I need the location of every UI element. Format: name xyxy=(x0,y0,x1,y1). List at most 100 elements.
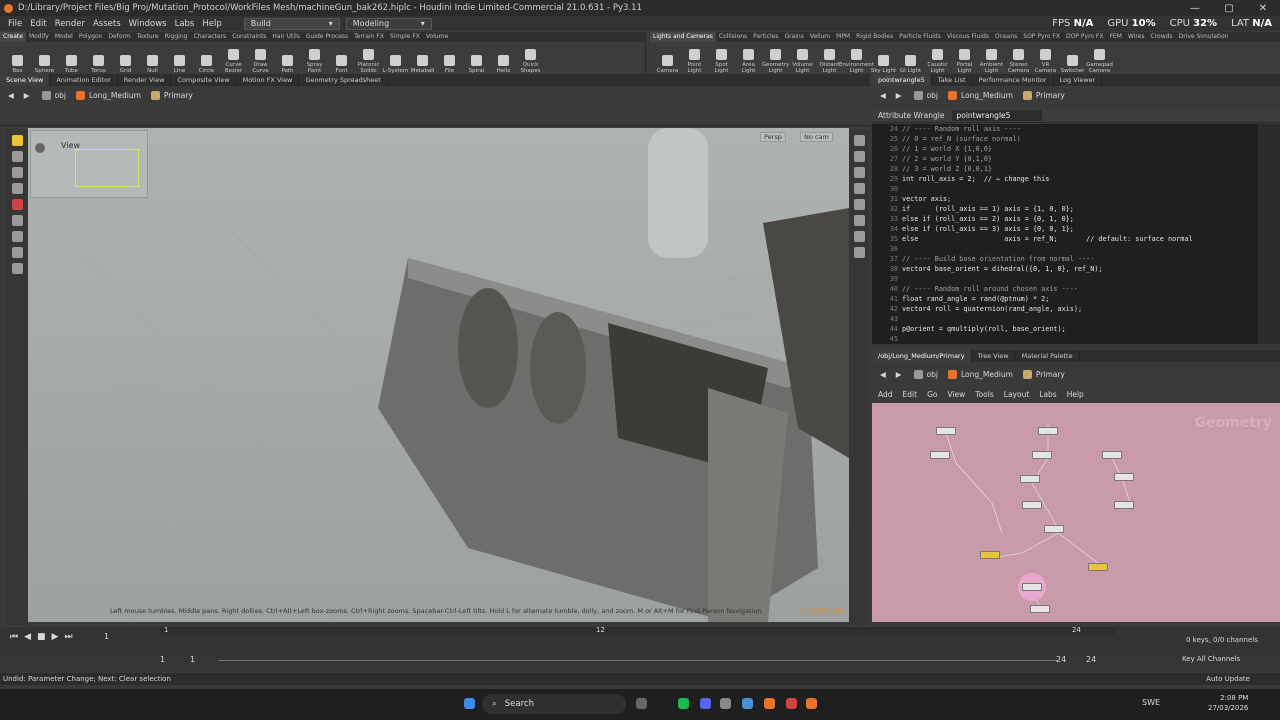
node[interactable] xyxy=(930,451,950,459)
frame-ruler[interactable]: 1 12 24 xyxy=(160,626,1115,635)
display-option-icon[interactable] xyxy=(853,135,865,146)
vex-code-editor[interactable]: 24 // ---- Random roll axis ---- 25 // 0 = … xyxy=(872,124,1258,344)
forward-arrow-icon[interactable]: ▶ xyxy=(896,91,902,100)
shelf-tool[interactable]: Null xyxy=(139,55,166,74)
node[interactable] xyxy=(1022,501,1042,509)
persp-menu[interactable]: Persp xyxy=(760,132,786,142)
node[interactable] xyxy=(936,427,956,435)
shelf-tool[interactable]: Sphere xyxy=(31,55,58,74)
brush-tool-icon[interactable] xyxy=(11,231,23,242)
shelf-tab[interactable]: SOP Pyro FX xyxy=(1020,32,1063,42)
tab-take-list[interactable]: Take List xyxy=(932,74,973,86)
network-menu-go[interactable]: Go xyxy=(927,390,937,399)
shading-icon[interactable] xyxy=(853,167,865,178)
tab-pointwrangle5[interactable]: pointwrangle5 xyxy=(872,74,932,86)
node[interactable] xyxy=(1038,427,1058,435)
tab-geometry-spreadsheet[interactable]: Geometry Spreadsheet xyxy=(299,74,388,86)
network-menu-edit[interactable]: Edit xyxy=(903,390,918,399)
shelf-tool[interactable]: Ambient Light xyxy=(978,49,1005,74)
shelf-tool[interactable]: Curve Bezier xyxy=(220,49,247,74)
shelf-tab[interactable]: Characters xyxy=(190,32,229,42)
path-object[interactable]: Long_Medium xyxy=(948,369,1013,379)
step-back-icon[interactable]: ◀ xyxy=(24,632,31,642)
select-tool-icon[interactable] xyxy=(11,135,23,146)
shelf-tab[interactable]: Grains xyxy=(781,32,806,42)
normals-icon[interactable] xyxy=(853,215,865,226)
jump-start-icon[interactable]: ⏮ xyxy=(10,632,18,642)
network-menu-labs[interactable]: Labs xyxy=(1039,390,1056,399)
shelf-tool[interactable]: Spray Paint xyxy=(301,49,328,74)
shelf-tab[interactable]: DOP Pyro FX xyxy=(1063,32,1107,42)
back-arrow-icon[interactable]: ◀ xyxy=(8,91,14,100)
tab-network-path[interactable]: /obj/Long_Medium/Primary xyxy=(872,350,972,362)
path-obj[interactable]: obj xyxy=(913,369,938,379)
shelf-tab[interactable]: Drive Simulation xyxy=(1176,32,1232,42)
node[interactable] xyxy=(1020,475,1040,483)
current-frame-field[interactable]: 1 xyxy=(104,632,109,641)
shelf-tool[interactable]: L-System xyxy=(382,55,409,74)
forward-arrow-icon[interactable]: ▶ xyxy=(24,91,30,100)
menu-file[interactable]: File xyxy=(4,19,26,29)
start-icon[interactable] xyxy=(464,698,475,709)
path-context[interactable]: Primary xyxy=(1022,90,1065,100)
shelf-tab[interactable]: Deform xyxy=(105,32,133,42)
range-slider[interactable] xyxy=(218,660,1058,661)
workspace-selector[interactable]: Modeling ▾ xyxy=(345,17,432,30)
view-gizmo[interactable]: View xyxy=(30,130,148,198)
taskbar-search[interactable]: ⌕ Search xyxy=(482,694,626,714)
shelf-tool[interactable]: Sky Light xyxy=(870,55,897,74)
shelf-tool[interactable]: Font xyxy=(328,55,355,74)
tab-material-palette[interactable]: Material Palette xyxy=(1016,350,1080,362)
jump-end-icon[interactable]: ⏭ xyxy=(64,632,72,642)
language-indicator[interactable]: SWE xyxy=(1142,698,1160,707)
menu-assets[interactable]: Assets xyxy=(89,19,125,29)
tab-composite-view[interactable]: Composite View xyxy=(171,74,237,86)
menu-windows[interactable]: Windows xyxy=(125,19,171,29)
shelf-tool[interactable]: Torus xyxy=(85,55,112,74)
shelf-tool[interactable]: Quick Shapes xyxy=(517,49,544,74)
render-icon[interactable] xyxy=(853,247,865,258)
menu-help[interactable]: Help xyxy=(198,19,225,29)
view-tool-icon[interactable] xyxy=(11,247,23,258)
menu-edit[interactable]: Edit xyxy=(26,19,50,29)
shelf-tab[interactable]: Oceans xyxy=(992,32,1020,42)
back-arrow-icon[interactable]: ◀ xyxy=(880,370,886,379)
shelf-tool[interactable]: Volume Light xyxy=(789,49,816,74)
tab-scene-view[interactable]: Scene View xyxy=(0,74,51,86)
shelf-tool[interactable]: GI Light xyxy=(897,55,924,74)
shelf-tab[interactable]: Modify xyxy=(26,32,52,42)
shelf-tool[interactable]: VR Camera xyxy=(1032,49,1059,74)
code-scrollbar[interactable] xyxy=(1258,124,1280,344)
path-object[interactable]: Long_Medium xyxy=(76,90,141,100)
shelf-tool[interactable]: Line xyxy=(166,55,193,74)
back-arrow-icon[interactable]: ◀ xyxy=(880,91,886,100)
node[interactable] xyxy=(1044,525,1064,533)
node[interactable] xyxy=(1114,501,1134,509)
shelf-tool[interactable]: Gamepad Camera xyxy=(1086,49,1113,74)
camera-menu[interactable]: No cam xyxy=(800,132,833,142)
shelf-tab[interactable]: Volume xyxy=(423,32,451,42)
shelf-tab[interactable]: Viscous Fluids xyxy=(944,32,992,42)
menu-render[interactable]: Render xyxy=(51,19,89,29)
node[interactable] xyxy=(1022,583,1042,591)
start-frame-field[interactable]: 1 xyxy=(160,655,165,664)
shelf-tool[interactable]: Geometry Light xyxy=(762,49,789,74)
shelf-tab[interactable]: Hair Utils xyxy=(269,32,302,42)
shelf-tab[interactable]: Particles xyxy=(750,32,781,42)
rotate-tool-icon[interactable] xyxy=(11,167,23,178)
points-icon[interactable] xyxy=(853,199,865,210)
network-menu-layout[interactable]: Layout xyxy=(1004,390,1030,399)
network-editor[interactable]: Geometry xyxy=(872,403,1280,622)
shelf-tool[interactable]: Camera xyxy=(654,55,681,74)
shelf-tool[interactable]: Caustic Light xyxy=(924,49,951,74)
shelf-tool[interactable]: Platonic Solids xyxy=(355,49,382,74)
shelf-tab[interactable]: Rigging xyxy=(162,32,191,42)
discord-icon[interactable] xyxy=(700,698,711,709)
network-menu-tools[interactable]: Tools xyxy=(975,390,993,399)
shelf-tool[interactable]: Stereo Camera xyxy=(1005,49,1032,74)
forward-arrow-icon[interactable]: ▶ xyxy=(896,370,902,379)
brave-icon[interactable] xyxy=(764,698,775,709)
settings-icon[interactable] xyxy=(720,698,731,709)
shelf-tool[interactable]: Point Light xyxy=(681,49,708,74)
play-icon[interactable]: ▶ xyxy=(52,632,59,642)
